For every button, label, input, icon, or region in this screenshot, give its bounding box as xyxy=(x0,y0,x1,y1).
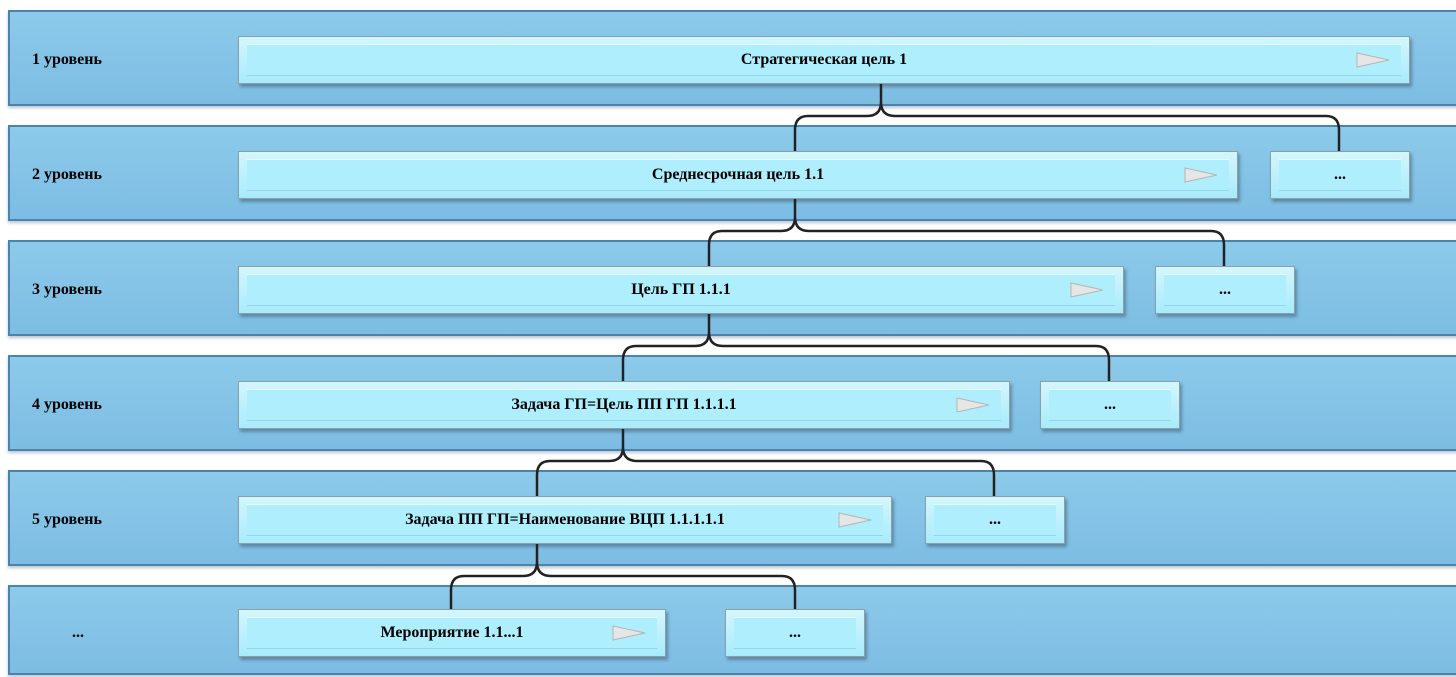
node-label: Среднесрочная цель 1.1 xyxy=(651,166,825,183)
node-label: ... xyxy=(1104,396,1116,413)
level-label-6: ... xyxy=(72,624,84,641)
goal-node-strategic-1[interactable]: Стратегическая цель 1 xyxy=(238,36,1410,84)
goal-node-gp-1-1-1[interactable]: Цель ГП 1.1.1 xyxy=(238,266,1124,314)
node-label: ... xyxy=(1334,166,1346,183)
node-label: Мероприятие 1.1...1 xyxy=(380,624,524,641)
arrow-right-icon xyxy=(612,625,646,641)
node-label: Цель ГП 1.1.1 xyxy=(631,281,731,298)
task-node-gp-1-1-1-1[interactable]: Задача ГП=Цель ПП ГП 1.1.1.1 xyxy=(238,381,1010,429)
goal-node-midterm-1-1[interactable]: Среднесрочная цель 1.1 xyxy=(238,151,1238,199)
arrow-right-icon xyxy=(1070,282,1104,298)
more-node-level-2[interactable]: ... xyxy=(1270,151,1410,199)
level-label-3: 3 уровень xyxy=(32,281,102,298)
node-label: Задача ГП=Цель ПП ГП 1.1.1.1 xyxy=(511,396,737,413)
activity-node-1-1-1[interactable]: Мероприятие 1.1...1 xyxy=(238,609,666,657)
node-label: ... xyxy=(989,511,1001,528)
level-label-1: 1 уровень xyxy=(32,51,102,68)
node-label: Задача ПП ГП=Наименование ВЦП 1.1.1.1.1 xyxy=(405,511,725,528)
task-node-pp-1-1-1-1-1[interactable]: Задача ПП ГП=Наименование ВЦП 1.1.1.1.1 xyxy=(238,496,892,544)
more-node-level-5[interactable]: ... xyxy=(925,496,1065,544)
node-label: ... xyxy=(1219,281,1231,298)
arrow-right-icon xyxy=(1356,52,1390,68)
more-node-level-3[interactable]: ... xyxy=(1155,266,1295,314)
node-label: ... xyxy=(789,624,801,641)
arrow-right-icon xyxy=(956,397,990,413)
arrow-right-icon xyxy=(1184,167,1218,183)
level-label-2: 2 уровень xyxy=(32,166,102,183)
level-label-4: 4 уровень xyxy=(32,396,102,413)
level-label-5: 5 уровень xyxy=(32,511,102,528)
node-label: Стратегическая цель 1 xyxy=(740,51,908,68)
arrow-right-icon xyxy=(838,512,872,528)
more-node-level-4[interactable]: ... xyxy=(1040,381,1180,429)
more-node-level-6[interactable]: ... xyxy=(725,609,865,657)
